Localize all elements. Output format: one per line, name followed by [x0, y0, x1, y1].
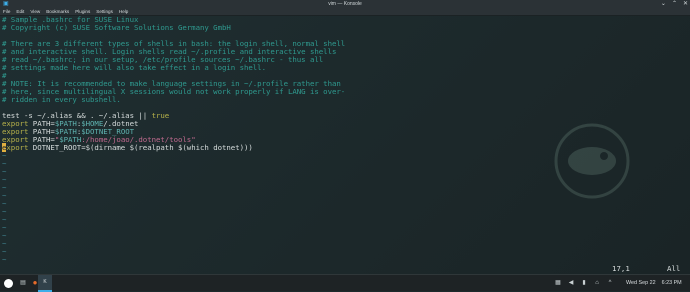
volume-icon[interactable]: ◀	[566, 278, 576, 288]
menubar: File Edit View Bookmarks Plugins Setting…	[0, 8, 690, 16]
clock-time: 6:23 PM	[661, 280, 682, 286]
clock[interactable]: Wed Sep 22 6:23 PM	[626, 276, 688, 290]
code-keyword: true	[151, 111, 170, 120]
file-manager-icon[interactable]: ▤	[18, 278, 28, 288]
menu-settings[interactable]: Settings	[96, 8, 113, 15]
window-titlebar: ▣ vim — Konsole ⌄ ⌃ ✕	[0, 0, 690, 8]
terminal-view[interactable]: # Sample .bashrc for SUSE Linux # Copyri…	[0, 16, 690, 274]
menu-file[interactable]: File	[3, 8, 10, 15]
clipboard-icon[interactable]: ▦	[553, 278, 563, 288]
vim-statusline: 17,1 All	[0, 264, 690, 273]
empty-line-marker: ~	[2, 255, 7, 264]
network-icon[interactable]: ▮	[579, 278, 589, 288]
clock-date: Wed Sep 22	[626, 280, 656, 286]
code-text: DOTNET_ROOT=	[28, 143, 86, 152]
opensuse-wallpaper-logo	[554, 123, 630, 199]
maximize-icon[interactable]: ⌃	[672, 0, 677, 8]
menu-plugins[interactable]: Plugins	[75, 8, 90, 15]
minimize-icon[interactable]: ⌄	[661, 0, 666, 8]
menu-view[interactable]: View	[30, 8, 40, 15]
scroll-position: All	[667, 264, 681, 273]
code-keyword: xport	[6, 143, 29, 152]
window-title: vim — Konsole	[328, 1, 362, 7]
code-text: $(dirname $(realpath $(which dotnet)))	[85, 143, 253, 152]
code-line: # settings made here will also take effe…	[2, 63, 266, 72]
taskbar: ▤ ● K ▦ ◀ ▮ ⌂ ^ Wed Sep 22 6:23 PM	[0, 274, 690, 292]
application-launcher-icon[interactable]	[4, 279, 13, 288]
code-line: # Copyright (c) SUSE Software Solutions …	[2, 23, 231, 32]
cursor-position: 17,1	[612, 264, 630, 273]
code-line-current: export DOTNET_ROOT=$(dirname $(realpath …	[2, 143, 253, 152]
close-icon[interactable]: ✕	[683, 0, 688, 8]
menu-help[interactable]: Help	[119, 8, 128, 15]
menu-bookmarks[interactable]: Bookmarks	[46, 8, 69, 15]
notifications-icon[interactable]: ⌂	[592, 278, 602, 288]
taskbar-konsole-task[interactable]: K	[38, 275, 52, 292]
code-line: # ridden in every subshell.	[2, 95, 121, 104]
tray-expand-icon[interactable]: ^	[605, 278, 615, 288]
menu-edit[interactable]: Edit	[16, 8, 24, 15]
